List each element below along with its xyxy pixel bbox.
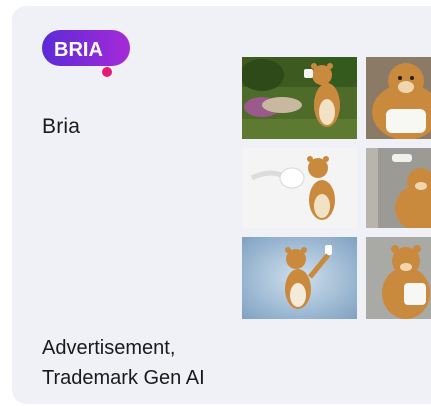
image-gallery	[242, 57, 431, 319]
gallery-image-bear-waving[interactable]	[242, 237, 357, 319]
gallery-image-bear-studio[interactable]	[366, 237, 431, 319]
brand-name: Bria	[42, 115, 81, 138]
gallery-image-bear-holding[interactable]	[366, 148, 431, 228]
gallery-image-bear-garden[interactable]	[242, 57, 357, 139]
tag-advertisement: Advertisement,	[42, 337, 176, 359]
gallery-image-bear-hug[interactable]	[366, 57, 431, 139]
bria-logo: BRIA	[42, 30, 132, 78]
tag-trademark-gen-ai: Trademark Gen AI	[42, 367, 205, 389]
gallery-image-bear-flying-roll[interactable]	[242, 148, 357, 228]
brand-card[interactable]: BRIA Bria Advertisement, Trademark Gen A…	[12, 6, 431, 404]
logo-text: BRIA	[54, 39, 103, 61]
use-case-tags: Advertisement, Trademark Gen AI	[42, 333, 205, 393]
